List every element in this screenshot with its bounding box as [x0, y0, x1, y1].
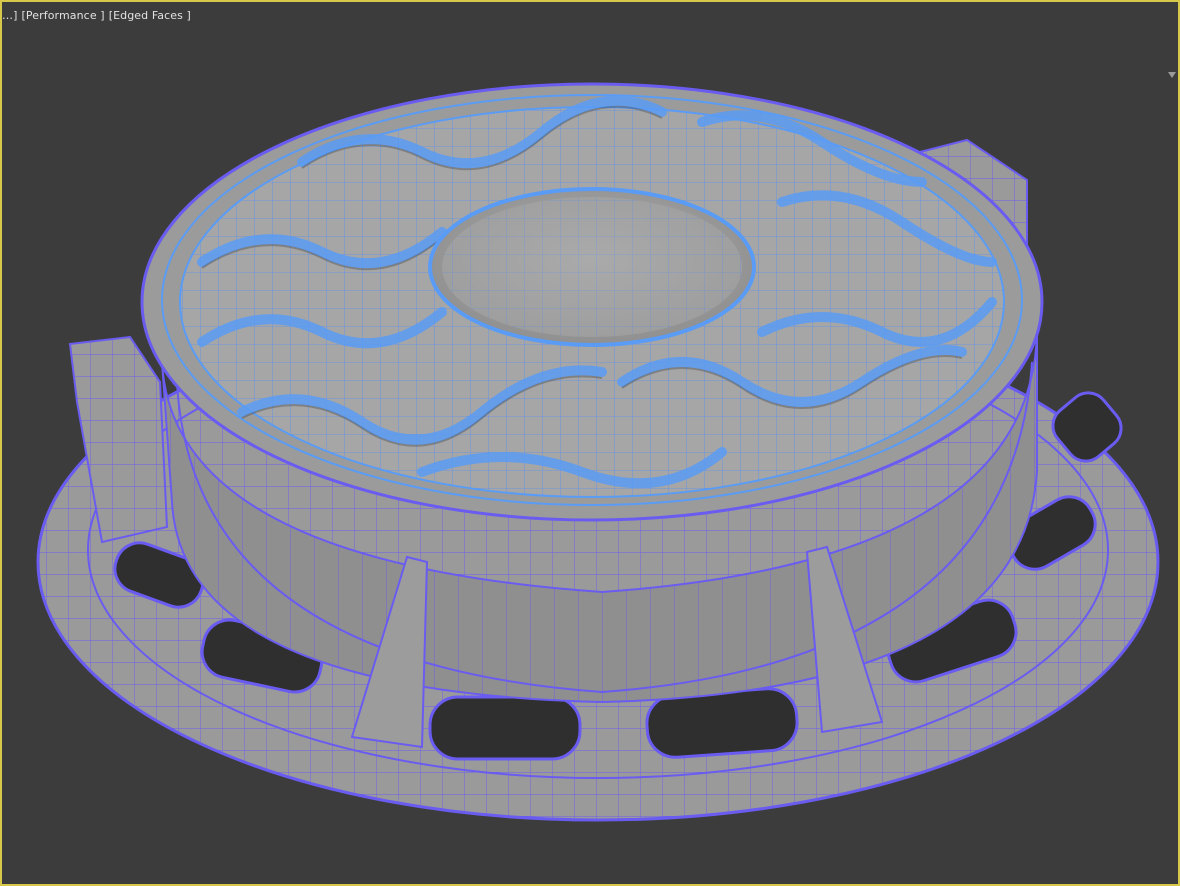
3d-viewport[interactable]: …] [Performance ] [Edged Faces ] [0, 0, 1180, 886]
center-disk [428, 187, 756, 347]
manhole-cover-model[interactable] [2, 2, 1178, 884]
